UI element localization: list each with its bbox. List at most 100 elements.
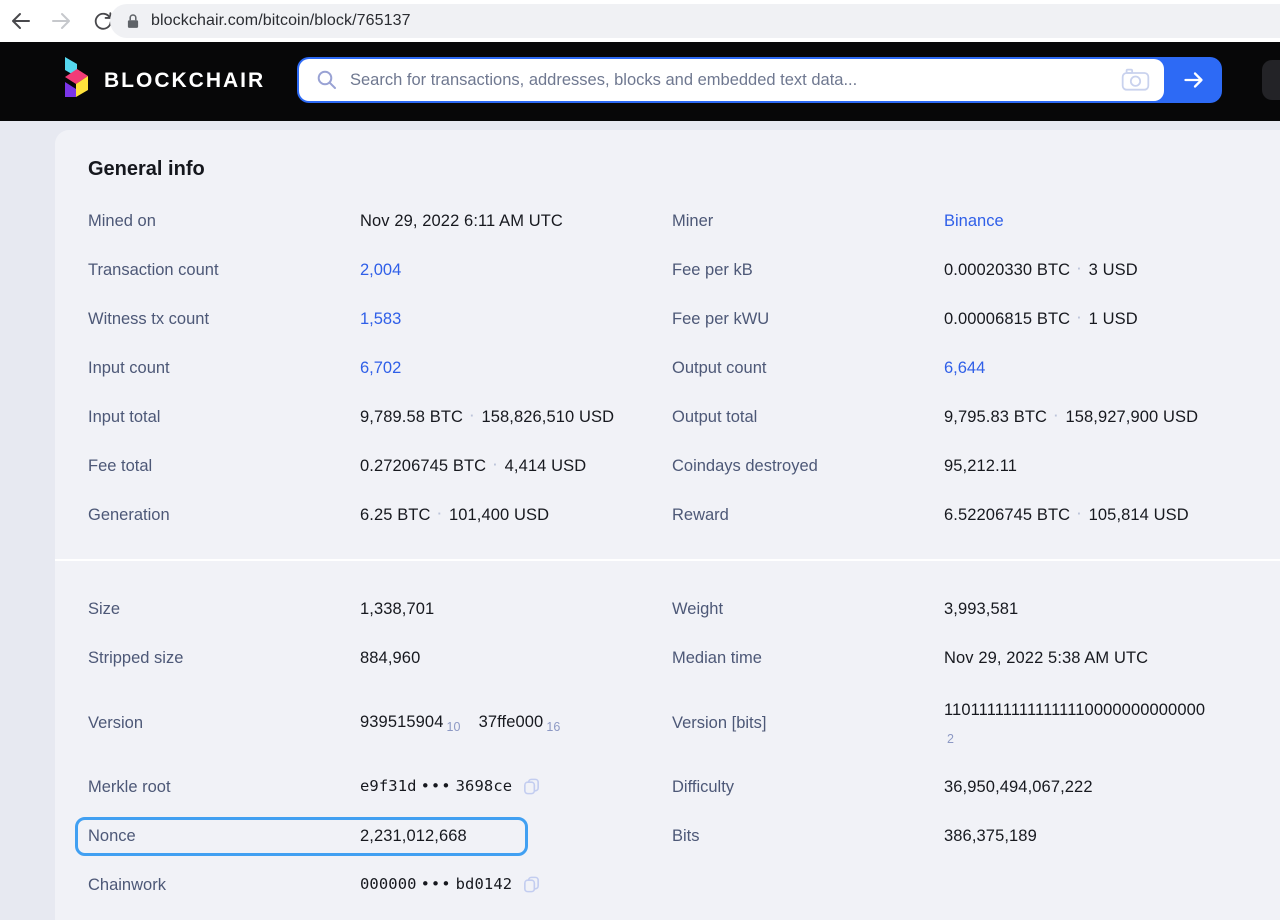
- fee-total-value: 0.27206745 BTC·4,414 USD: [360, 457, 672, 476]
- witness-tx-count-link[interactable]: 1,583: [360, 310, 401, 328]
- output-count-link[interactable]: 6,644: [944, 359, 985, 377]
- bits-label: Bits: [672, 827, 944, 846]
- generation-label: Generation: [88, 506, 360, 525]
- site-header: BLOCKCHAIR: [0, 42, 1280, 121]
- back-arrow-icon: [9, 9, 33, 33]
- merkle-root-label: Merkle root: [88, 778, 360, 797]
- address-bar[interactable]: blockchair.com/bitcoin/block/765137: [110, 4, 1280, 38]
- reward-label: Reward: [672, 506, 944, 525]
- version-value: 9395159041037ffe00016: [360, 713, 672, 734]
- nonce-label: Nonce: [88, 827, 360, 846]
- difficulty-value: 36,950,494,067,222: [944, 778, 1280, 797]
- table-row: Version 9395159041037ffe00016 Version [b…: [88, 683, 1280, 763]
- chainwork-label: Chainwork: [88, 876, 360, 895]
- version-label: Version: [88, 714, 360, 733]
- output-count-label: Output count: [672, 359, 944, 378]
- blockchair-logo[interactable]: BLOCKCHAIR: [55, 56, 265, 106]
- chainwork-value: 000000•••bd0142: [360, 875, 672, 897]
- forward-arrow-icon: [49, 9, 73, 33]
- median-time-value: Nov 29, 2022 5:38 AM UTC: [944, 649, 1280, 668]
- transaction-count-label: Transaction count: [88, 261, 360, 280]
- dot-separator: ·: [1077, 506, 1081, 521]
- table-row: Witness tx count 1,583 Fee per kWU 0.000…: [88, 295, 1280, 344]
- fee-total-label: Fee total: [88, 457, 360, 476]
- technical-details-section: Size 1,338,701 Weight 3,993,581 Stripped…: [55, 561, 1280, 910]
- mined-on-label: Mined on: [88, 212, 360, 231]
- submit-arrow-icon: [1181, 68, 1207, 92]
- table-row: Size 1,338,701 Weight 3,993,581: [88, 585, 1280, 634]
- dot-separator: ·: [470, 408, 474, 423]
- size-label: Size: [88, 600, 360, 619]
- dot-separator: ·: [1077, 310, 1081, 325]
- blockchair-logo-icon: [55, 56, 91, 106]
- copy-icon: [522, 777, 541, 796]
- base-subscript: 10: [447, 720, 461, 734]
- dot-separator: ·: [438, 506, 442, 521]
- forward-button[interactable]: [48, 8, 74, 34]
- base-subscript: 2: [947, 732, 954, 746]
- witness-tx-count-label: Witness tx count: [88, 310, 360, 329]
- table-row: Mined on Nov 29, 2022 6:11 AM UTC Miner …: [88, 197, 1280, 246]
- back-button[interactable]: [8, 8, 34, 34]
- search-input[interactable]: [348, 70, 1121, 91]
- fee-per-kwu-value: 0.00006815 BTC·1 USD: [944, 310, 1280, 329]
- base-subscript: 16: [546, 720, 560, 734]
- coindays-destroyed-label: Coindays destroyed: [672, 457, 944, 476]
- camera-icon: [1121, 68, 1150, 92]
- table-row: Stripped size 884,960 Median time Nov 29…: [88, 634, 1280, 683]
- fee-per-kwu-label: Fee per kWU: [672, 310, 944, 329]
- copy-button[interactable]: [522, 777, 541, 799]
- search-icon: [316, 69, 338, 91]
- size-value: 1,338,701: [360, 600, 672, 619]
- version-bits-value: 110111111111111110000000000000 2: [944, 701, 1280, 746]
- table-row: Nonce 2,231,012,668 Bits 386,375,189: [88, 812, 1280, 861]
- merkle-root-value: e9f31d•••3698ce: [360, 777, 672, 799]
- stripped-size-value: 884,960: [360, 649, 672, 668]
- table-row: Chainwork 000000•••bd0142: [88, 861, 1280, 910]
- weight-value: 3,993,581: [944, 600, 1280, 619]
- bits-value: 386,375,189: [944, 827, 1280, 846]
- table-row: Input total 9,789.58 BTC·158,826,510 USD…: [88, 393, 1280, 442]
- reward-value: 6.52206745 BTC·105,814 USD: [944, 506, 1280, 525]
- generation-value: 6.25 BTC·101,400 USD: [360, 506, 672, 525]
- output-total-value: 9,795.83 BTC·158,927,900 USD: [944, 408, 1280, 427]
- miner-link[interactable]: Binance: [944, 212, 1004, 230]
- input-count-link[interactable]: 6,702: [360, 359, 401, 377]
- ellipsis-dots: •••: [421, 875, 452, 893]
- median-time-label: Median time: [672, 649, 944, 668]
- nonce-highlight: Nonce 2,231,012,668: [75, 817, 528, 856]
- nonce-value: 2,231,012,668: [360, 827, 525, 846]
- weight-label: Weight: [672, 600, 944, 619]
- search-field[interactable]: [299, 59, 1164, 101]
- lock-icon: [126, 13, 140, 30]
- table-row: Fee total 0.27206745 BTC·4,414 USD Coind…: [88, 442, 1280, 491]
- input-count-label: Input count: [88, 359, 360, 378]
- table-row: Transaction count 2,004 Fee per kB 0.000…: [88, 246, 1280, 295]
- table-row: Input count 6,702 Output count 6,644: [88, 344, 1280, 393]
- table-row: Merkle root e9f31d•••3698ce Difficulty 3…: [88, 763, 1280, 812]
- browser-chrome: blockchair.com/bitcoin/block/765137: [0, 0, 1280, 42]
- search-submit-button[interactable]: [1166, 57, 1222, 103]
- image-search-button[interactable]: [1121, 68, 1150, 92]
- miner-label: Miner: [672, 212, 944, 231]
- coindays-destroyed-value: 95,212.11: [944, 457, 1280, 476]
- brand-name: BLOCKCHAIR: [104, 69, 265, 93]
- version-bits-label: Version [bits]: [672, 714, 944, 733]
- section-title: General info: [55, 130, 1280, 197]
- block-info-card: General info Mined on Nov 29, 2022 6:11 …: [55, 130, 1280, 920]
- transaction-count-link[interactable]: 2,004: [360, 261, 401, 279]
- stripped-size-label: Stripped size: [88, 649, 360, 668]
- dot-separator: ·: [1054, 408, 1058, 423]
- fee-per-kb-value: 0.00020330 BTC·3 USD: [944, 261, 1280, 280]
- header-menu-button[interactable]: [1262, 60, 1280, 100]
- dot-separator: ·: [1077, 261, 1081, 276]
- copy-icon: [522, 875, 541, 894]
- url-text: blockchair.com/bitcoin/block/765137: [151, 12, 411, 30]
- difficulty-label: Difficulty: [672, 778, 944, 797]
- dot-separator: ·: [493, 457, 497, 472]
- copy-button[interactable]: [522, 875, 541, 897]
- general-info-section: Mined on Nov 29, 2022 6:11 AM UTC Miner …: [55, 197, 1280, 540]
- search-bar: [297, 57, 1222, 103]
- output-total-label: Output total: [672, 408, 944, 427]
- fee-per-kb-label: Fee per kB: [672, 261, 944, 280]
